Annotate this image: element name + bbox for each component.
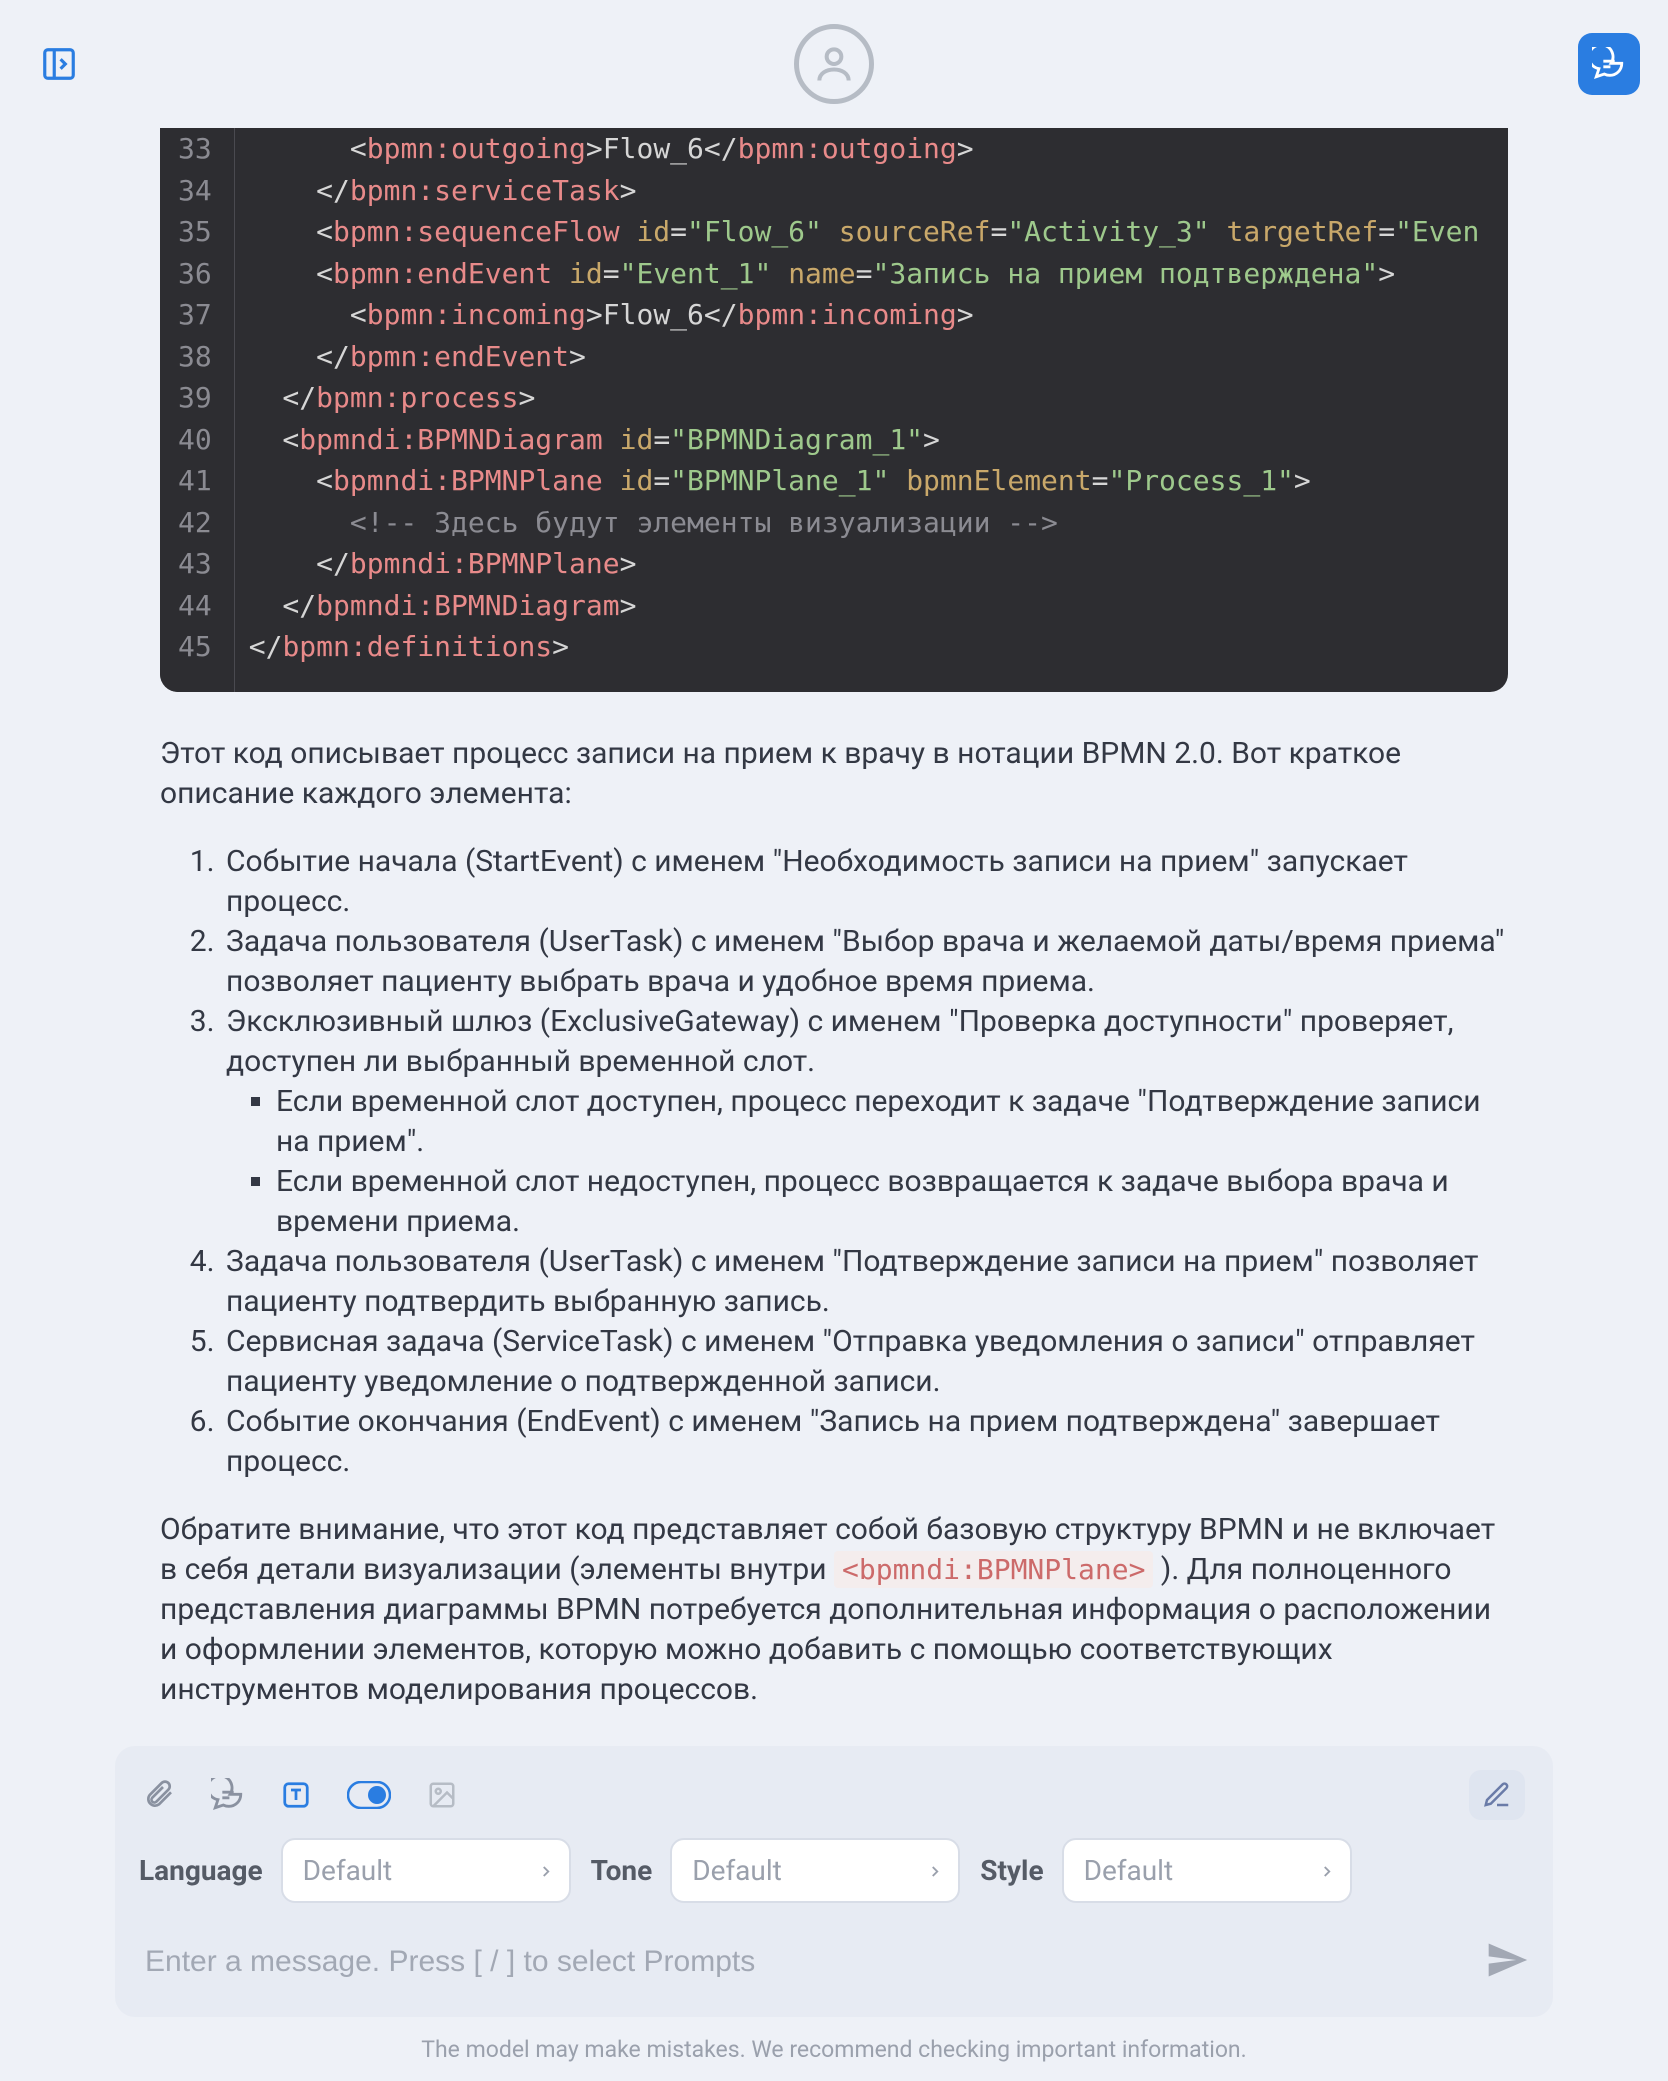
image-icon[interactable] [427,1780,457,1810]
description-intro: Этот код описывает процесс записи на при… [160,734,1508,814]
edit-icon[interactable] [1469,1770,1525,1820]
list-item: Задача пользователя (UserTask) с именем … [222,1242,1508,1322]
tone-select[interactable]: Default [670,1838,960,1903]
list-item: Событие начала (StartEvent) с именем "Не… [222,842,1508,922]
language-label: Language [139,1854,263,1887]
language-select[interactable]: Default [281,1838,571,1903]
list-item: Событие окончания (EndEvent) с именем "З… [222,1402,1508,1482]
list-item: Эксклюзивный шлюз (ExclusiveGateway) с и… [222,1002,1508,1242]
list-item: Задача пользователя (UserTask) с именем … [222,922,1508,1002]
tone-value: Default [692,1854,782,1887]
send-button[interactable] [1485,1938,1529,1986]
description-outro: Обратите внимание, что этот код представ… [160,1510,1508,1710]
code-content[interactable]: <bpmn:outgoing>Flow_6</bpmn:outgoing> </… [235,128,1480,692]
description-list: Событие начала (StartEvent) с именем "Не… [160,842,1508,1482]
chevron-right-icon [537,1854,555,1887]
inline-code: <bpmndi:BPMNPlane> [834,1551,1153,1588]
list-item: Сервисная задача (ServiceTask) с именем … [222,1322,1508,1402]
code-block: 33343536373839404142434445 <bpmn:outgoin… [160,128,1508,692]
sidebar-toggle-button[interactable] [28,33,90,95]
text-mode-icon[interactable] [281,1780,311,1810]
style-select[interactable]: Default [1062,1838,1352,1903]
composer: Language Default Tone Default Style Defa… [115,1746,1553,2017]
style-label: Style [980,1854,1043,1887]
message-input[interactable] [139,1927,1465,1997]
footer-disclaimer: The model may make mistakes. We recommen… [0,2036,1668,2063]
attachment-icon[interactable] [143,1779,175,1811]
top-bar [0,0,1668,128]
sublist-item: Если временной слот недоступен, процесс … [276,1162,1508,1242]
tone-label: Tone [591,1854,653,1887]
sublist-item: Если временной слот доступен, процесс пе… [276,1082,1508,1162]
chevron-right-icon [926,1854,944,1887]
toggle-switch[interactable] [347,1781,391,1809]
language-value: Default [303,1854,393,1887]
code-gutter: 33343536373839404142434445 [160,128,235,692]
style-value: Default [1084,1854,1174,1887]
prompt-library-icon[interactable] [211,1778,245,1812]
assistant-button[interactable] [1578,33,1640,95]
avatar-placeholder[interactable] [794,24,874,104]
chevron-right-icon [1318,1854,1336,1887]
